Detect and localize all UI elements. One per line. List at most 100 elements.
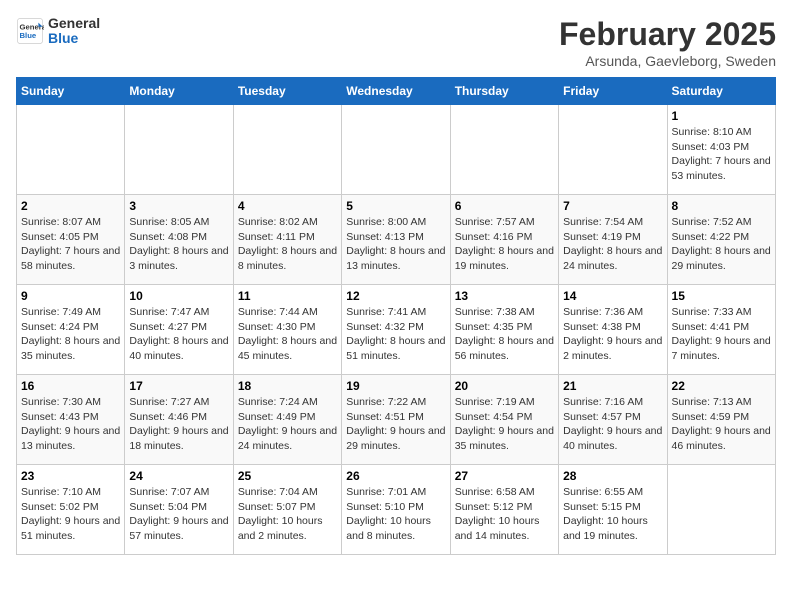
calendar-cell xyxy=(233,105,341,195)
week-row-5: 23 Sunrise: 7:10 AM Sunset: 5:02 PM Dayli… xyxy=(17,465,776,555)
day-info: Sunrise: 7:33 AM Sunset: 4:41 PM Dayligh… xyxy=(672,305,771,364)
day-info: Sunrise: 6:55 AM Sunset: 5:15 PM Dayligh… xyxy=(563,485,662,544)
day-info: Sunrise: 7:49 AM Sunset: 4:24 PM Dayligh… xyxy=(21,305,120,364)
weekday-header-row: SundayMondayTuesdayWednesdayThursdayFrid… xyxy=(17,78,776,105)
day-number: 3 xyxy=(129,199,228,213)
day-info: Sunrise: 7:36 AM Sunset: 4:38 PM Dayligh… xyxy=(563,305,662,364)
day-number: 16 xyxy=(21,379,120,393)
logo-blue: Blue xyxy=(48,30,78,46)
calendar-cell: 4 Sunrise: 8:02 AM Sunset: 4:11 PM Daylig… xyxy=(233,195,341,285)
week-row-4: 16 Sunrise: 7:30 AM Sunset: 4:43 PM Dayli… xyxy=(17,375,776,465)
calendar-cell: 28 Sunrise: 6:55 AM Sunset: 5:15 PM Dayli… xyxy=(559,465,667,555)
weekday-header-wednesday: Wednesday xyxy=(342,78,450,105)
day-info: Sunrise: 7:10 AM Sunset: 5:02 PM Dayligh… xyxy=(21,485,120,544)
calendar-table: SundayMondayTuesdayWednesdayThursdayFrid… xyxy=(16,77,776,555)
day-number: 24 xyxy=(129,469,228,483)
day-info: Sunrise: 7:30 AM Sunset: 4:43 PM Dayligh… xyxy=(21,395,120,454)
day-number: 28 xyxy=(563,469,662,483)
calendar-cell xyxy=(125,105,233,195)
calendar-cell: 21 Sunrise: 7:16 AM Sunset: 4:57 PM Dayli… xyxy=(559,375,667,465)
svg-text:Blue: Blue xyxy=(20,31,37,40)
day-info: Sunrise: 7:47 AM Sunset: 4:27 PM Dayligh… xyxy=(129,305,228,364)
day-number: 10 xyxy=(129,289,228,303)
logo-general: General xyxy=(48,15,100,31)
day-info: Sunrise: 7:19 AM Sunset: 4:54 PM Dayligh… xyxy=(455,395,554,454)
calendar-cell: 10 Sunrise: 7:47 AM Sunset: 4:27 PM Dayli… xyxy=(125,285,233,375)
calendar-cell: 20 Sunrise: 7:19 AM Sunset: 4:54 PM Dayli… xyxy=(450,375,558,465)
day-number: 6 xyxy=(455,199,554,213)
day-info: Sunrise: 6:58 AM Sunset: 5:12 PM Dayligh… xyxy=(455,485,554,544)
day-number: 20 xyxy=(455,379,554,393)
day-number: 9 xyxy=(21,289,120,303)
page-header: General Blue General Blue February 2025 … xyxy=(16,16,776,69)
day-number: 23 xyxy=(21,469,120,483)
logo: General Blue General Blue xyxy=(16,16,100,47)
day-info: Sunrise: 7:24 AM Sunset: 4:49 PM Dayligh… xyxy=(238,395,337,454)
title-block: February 2025 Arsunda, Gaevleborg, Swede… xyxy=(559,16,776,69)
week-row-3: 9 Sunrise: 7:49 AM Sunset: 4:24 PM Daylig… xyxy=(17,285,776,375)
day-number: 8 xyxy=(672,199,771,213)
day-info: Sunrise: 7:01 AM Sunset: 5:10 PM Dayligh… xyxy=(346,485,445,544)
day-number: 1 xyxy=(672,109,771,123)
calendar-cell xyxy=(342,105,450,195)
day-number: 11 xyxy=(238,289,337,303)
calendar-cell xyxy=(559,105,667,195)
calendar-cell: 23 Sunrise: 7:10 AM Sunset: 5:02 PM Dayli… xyxy=(17,465,125,555)
day-info: Sunrise: 7:38 AM Sunset: 4:35 PM Dayligh… xyxy=(455,305,554,364)
day-number: 13 xyxy=(455,289,554,303)
calendar-cell: 18 Sunrise: 7:24 AM Sunset: 4:49 PM Dayli… xyxy=(233,375,341,465)
day-info: Sunrise: 7:57 AM Sunset: 4:16 PM Dayligh… xyxy=(455,215,554,274)
calendar-cell: 17Sunrise: 7:27 AM Sunset: 4:46 PM Dayli… xyxy=(125,375,233,465)
calendar-cell: 11 Sunrise: 7:44 AM Sunset: 4:30 PM Dayli… xyxy=(233,285,341,375)
day-info: Sunrise: 8:05 AM Sunset: 4:08 PM Dayligh… xyxy=(129,215,228,274)
calendar-cell: 5 Sunrise: 8:00 AM Sunset: 4:13 PM Daylig… xyxy=(342,195,450,285)
day-info: Sunrise: 7:07 AM Sunset: 5:04 PM Dayligh… xyxy=(129,485,228,544)
day-info: Sunrise: 7:04 AM Sunset: 5:07 PM Dayligh… xyxy=(238,485,337,544)
day-info: Sunrise: 8:00 AM Sunset: 4:13 PM Dayligh… xyxy=(346,215,445,274)
day-info: Sunrise: 7:54 AM Sunset: 4:19 PM Dayligh… xyxy=(563,215,662,274)
calendar-cell: 27 Sunrise: 6:58 AM Sunset: 5:12 PM Dayli… xyxy=(450,465,558,555)
calendar-cell: 1 Sunrise: 8:10 AM Sunset: 4:03 PM Daylig… xyxy=(667,105,775,195)
calendar-cell: 26 Sunrise: 7:01 AM Sunset: 5:10 PM Dayli… xyxy=(342,465,450,555)
day-info: Sunrise: 7:22 AM Sunset: 4:51 PM Dayligh… xyxy=(346,395,445,454)
day-number: 14 xyxy=(563,289,662,303)
day-info: Sunrise: 7:52 AM Sunset: 4:22 PM Dayligh… xyxy=(672,215,771,274)
day-number: 4 xyxy=(238,199,337,213)
day-number: 15 xyxy=(672,289,771,303)
calendar-cell: 8 Sunrise: 7:52 AM Sunset: 4:22 PM Daylig… xyxy=(667,195,775,285)
day-number: 27 xyxy=(455,469,554,483)
calendar-cell xyxy=(667,465,775,555)
day-info: Sunrise: 7:41 AM Sunset: 4:32 PM Dayligh… xyxy=(346,305,445,364)
calendar-cell xyxy=(17,105,125,195)
day-number: 18 xyxy=(238,379,337,393)
calendar-cell: 14 Sunrise: 7:36 AM Sunset: 4:38 PM Dayli… xyxy=(559,285,667,375)
weekday-header-friday: Friday xyxy=(559,78,667,105)
day-number: 21 xyxy=(563,379,662,393)
day-info: Sunrise: 7:27 AM Sunset: 4:46 PM Dayligh… xyxy=(129,395,228,454)
day-info: Sunrise: 7:44 AM Sunset: 4:30 PM Dayligh… xyxy=(238,305,337,364)
calendar-cell: 12Sunrise: 7:41 AM Sunset: 4:32 PM Dayli… xyxy=(342,285,450,375)
calendar-cell: 16 Sunrise: 7:30 AM Sunset: 4:43 PM Dayli… xyxy=(17,375,125,465)
day-info: Sunrise: 8:10 AM Sunset: 4:03 PM Dayligh… xyxy=(672,125,771,184)
month-title: February 2025 xyxy=(559,16,776,53)
calendar-cell: 25Sunrise: 7:04 AM Sunset: 5:07 PM Dayli… xyxy=(233,465,341,555)
week-row-2: 2Sunrise: 8:07 AM Sunset: 4:05 PM Daylig… xyxy=(17,195,776,285)
calendar-cell: 24 Sunrise: 7:07 AM Sunset: 5:04 PM Dayli… xyxy=(125,465,233,555)
weekday-header-sunday: Sunday xyxy=(17,78,125,105)
calendar-cell: 19 Sunrise: 7:22 AM Sunset: 4:51 PM Dayli… xyxy=(342,375,450,465)
day-info: Sunrise: 8:02 AM Sunset: 4:11 PM Dayligh… xyxy=(238,215,337,274)
day-number: 19 xyxy=(346,379,445,393)
weekday-header-saturday: Saturday xyxy=(667,78,775,105)
day-number: 26 xyxy=(346,469,445,483)
calendar-cell: 7 Sunrise: 7:54 AM Sunset: 4:19 PM Daylig… xyxy=(559,195,667,285)
day-number: 5 xyxy=(346,199,445,213)
week-row-1: 1 Sunrise: 8:10 AM Sunset: 4:03 PM Daylig… xyxy=(17,105,776,195)
calendar-cell: 6 Sunrise: 7:57 AM Sunset: 4:16 PM Daylig… xyxy=(450,195,558,285)
calendar-cell xyxy=(450,105,558,195)
svg-text:General: General xyxy=(20,23,45,32)
day-info: Sunrise: 7:16 AM Sunset: 4:57 PM Dayligh… xyxy=(563,395,662,454)
day-info: Sunrise: 7:13 AM Sunset: 4:59 PM Dayligh… xyxy=(672,395,771,454)
day-info: Sunrise: 8:07 AM Sunset: 4:05 PM Dayligh… xyxy=(21,215,120,274)
weekday-header-thursday: Thursday xyxy=(450,78,558,105)
day-number: 7 xyxy=(563,199,662,213)
